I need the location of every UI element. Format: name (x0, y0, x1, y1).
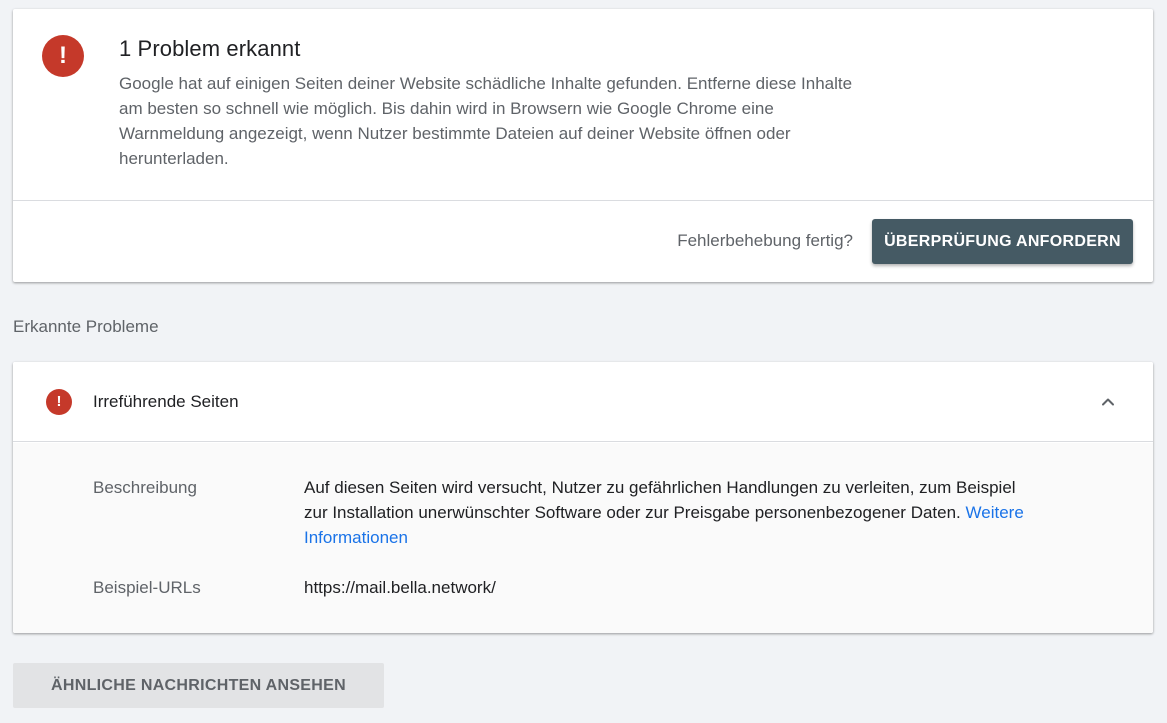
chevron-up-icon[interactable] (1098, 392, 1118, 412)
summary-description: Google hat auf einigen Seiten deiner Web… (119, 74, 853, 168)
error-icon: ! (42, 35, 84, 77)
issue-header[interactable]: ! Irreführende Seiten (13, 362, 1153, 442)
error-icon: ! (46, 389, 72, 415)
view-similar-messages-button[interactable]: ÄHNLICHE NACHRICHTEN ANSEHEN (13, 663, 384, 708)
request-review-button[interactable]: ÜBERPRÜFUNG ANFORDERN (872, 219, 1133, 264)
description-label: Beschreibung (93, 478, 197, 497)
example-urls-label: Beispiel-URLs (93, 578, 201, 597)
summary-title: 1 Problem erkannt (119, 36, 301, 61)
divider (13, 200, 1153, 201)
issue-card: ! Irreführende Seiten Beschreibung Auf d… (13, 362, 1153, 633)
detected-issues-heading: Erkannte Probleme (13, 317, 159, 336)
example-url: https://mail.bella.network/ (304, 578, 496, 597)
issue-title: Irreführende Seiten (93, 392, 239, 411)
description-text: Auf diesen Seiten wird versucht, Nutzer … (304, 478, 1016, 522)
description-value: Auf diesen Seiten wird versucht, Nutzer … (304, 475, 1024, 550)
issue-details: Beschreibung Auf diesen Seiten wird vers… (13, 443, 1153, 633)
problem-summary-card: ! 1 Problem erkannt Google hat auf einig… (13, 9, 1153, 282)
fix-done-question: Fehlerbehebung fertig? (677, 231, 853, 250)
